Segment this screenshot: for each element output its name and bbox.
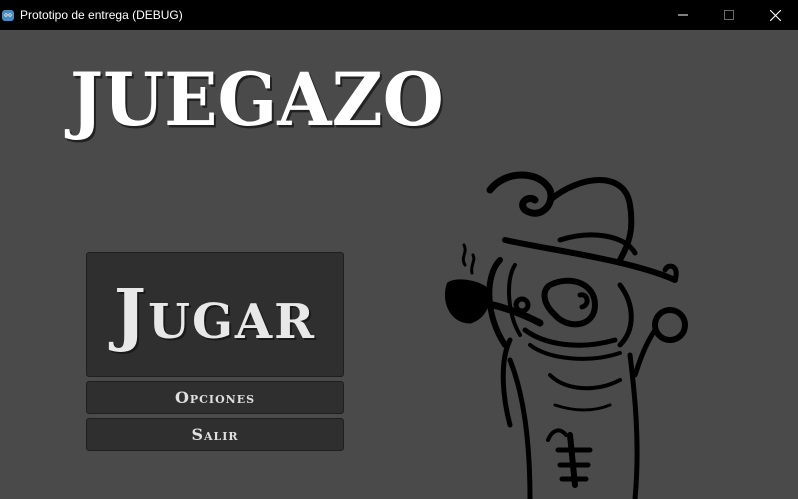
window-titlebar[interactable]: Prototipo de entrega (DEBUG) [0,0,798,30]
maximize-button[interactable] [706,0,752,30]
game-window: Prototipo de entrega (DEBUG) JUEGAZO Jug… [0,0,798,499]
minimize-button[interactable] [660,0,706,30]
options-button[interactable]: Opciones [86,381,344,414]
close-icon [769,9,781,21]
minimize-icon [678,14,688,16]
maximize-icon [724,10,734,20]
cowboy-character-illustration [444,171,688,499]
godot-icon [2,10,14,21]
close-button[interactable] [752,0,798,30]
exit-button[interactable]: Salir [86,418,344,451]
play-button[interactable]: Jugar [86,252,344,377]
window-title: Prototipo de entrega (DEBUG) [20,8,183,22]
game-title: JUEGAZO [70,55,444,144]
